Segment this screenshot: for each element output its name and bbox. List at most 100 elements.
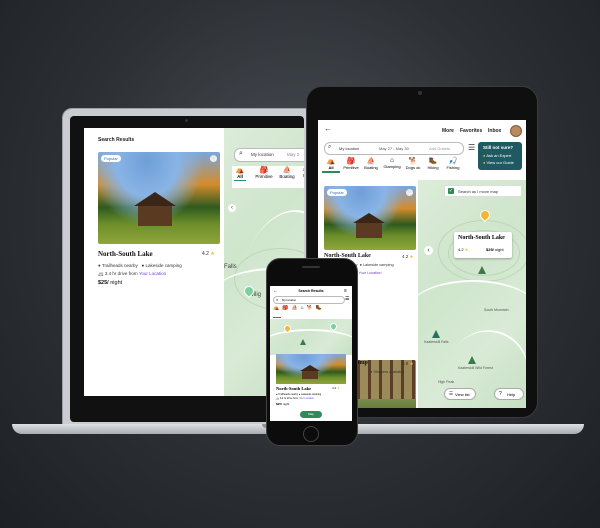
category-tabs: ⛺All 🎒Primitive ⛵Boating ⌂Gl bbox=[232, 166, 304, 188]
your-location-link[interactable]: Your Location bbox=[139, 271, 166, 276]
forest-icon bbox=[478, 266, 486, 274]
avatar[interactable] bbox=[510, 125, 522, 137]
map-label-kaaterskill-falls: Kaaterskill Falls bbox=[424, 340, 449, 344]
rating-value: 4.2 bbox=[202, 251, 209, 257]
star-icon: ★ bbox=[210, 251, 215, 257]
nav-inbox[interactable]: Inbox bbox=[488, 128, 501, 134]
feature-trailheads: Trailheads nearby bbox=[101, 263, 138, 268]
back-arrow-icon[interactable]: ← bbox=[324, 124, 332, 133]
ask-expert-link[interactable]: ● Ask an Expert bbox=[483, 153, 511, 158]
search-date: May 2 bbox=[287, 152, 300, 157]
map-panel[interactable]: ‹ South Mountain Kaaterskill Falls Kaate… bbox=[408, 180, 526, 408]
tab-label: Boating bbox=[364, 165, 378, 170]
tent-icon: ⛺ bbox=[235, 167, 245, 174]
tab-fishing[interactable]: 🎣 Fishing bbox=[444, 157, 462, 170]
star-icon: ★ bbox=[409, 361, 414, 366]
hiking-icon: 🥾 bbox=[428, 158, 438, 165]
tab-boating[interactable]: ⛵ Boating bbox=[278, 166, 296, 179]
favorite-heart-icon[interactable]: ♡ bbox=[210, 155, 217, 162]
forest-icon bbox=[300, 339, 306, 345]
tab-boating[interactable]: ⛵ Boating bbox=[362, 157, 380, 170]
nav-more[interactable]: More bbox=[442, 128, 454, 134]
view-list-label: View list bbox=[455, 391, 470, 397]
feature-lakeside: Lakeside camping bbox=[145, 263, 182, 268]
glamping-icon: ⌂ bbox=[300, 166, 304, 173]
page-title: Search Results bbox=[298, 289, 324, 293]
search-bar[interactable]: ⌕ My location bbox=[273, 296, 345, 304]
popup-title: North-South Lake bbox=[458, 235, 505, 241]
car-icon: 🚐 bbox=[98, 271, 104, 276]
category-icons[interactable]: ⛺🎒⛵⌂🐕🥾 bbox=[273, 305, 351, 317]
tab-glamping[interactable]: ⌂Gl bbox=[300, 166, 304, 178]
tab-primitive[interactable]: 🎒 Primitive bbox=[254, 166, 274, 179]
tent-icon: ⛺ bbox=[326, 158, 336, 165]
tab-label: All bbox=[237, 174, 243, 179]
drive-info: 🚐 3.4 hr drive from Your Location bbox=[98, 271, 166, 277]
glamping-icon: ⌂ bbox=[389, 157, 395, 164]
help-box: Still not sure? ● Ask an Expert ● View o… bbox=[478, 142, 522, 170]
boat-icon: ⛵ bbox=[366, 158, 376, 165]
campsite-title[interactable]: North-South Lake bbox=[98, 250, 153, 258]
map-popup[interactable]: North-South Lake 4.2 ★ $25/ night bbox=[454, 232, 512, 258]
backpack-icon: 🎒 bbox=[259, 167, 269, 174]
help-label: Help bbox=[507, 391, 516, 397]
filter-sliders-icon[interactable]: ☰ bbox=[345, 296, 349, 302]
tab-all[interactable]: ⛺ All bbox=[322, 157, 340, 173]
feature-showers: ● Showers available bbox=[370, 370, 405, 374]
view-list-button[interactable]: ☰ View list bbox=[444, 388, 476, 400]
campsite-title[interactable]: North-South Lake bbox=[276, 386, 311, 391]
features-row: ● Trailheads nearby ● Lakeside camping bbox=[98, 263, 182, 268]
collapse-arrow-icon[interactable]: ‹ bbox=[228, 204, 236, 212]
active-tab-indicator bbox=[273, 317, 281, 318]
car-icon: 🚐 bbox=[276, 397, 280, 400]
tab-all[interactable]: ⛺ All bbox=[234, 166, 246, 181]
phone-screen: ← Search Results ≡ ⌕ My location ☰ ⛺🎒⛵⌂🐕… bbox=[270, 286, 352, 421]
backpack-icon: 🎒 bbox=[346, 158, 356, 165]
tab-dogs-ok[interactable]: 🐕 Dogs ok bbox=[404, 157, 422, 170]
list-icon: ☰ bbox=[449, 391, 454, 396]
question-icon: ? bbox=[499, 390, 502, 397]
star-icon: ★ bbox=[409, 254, 414, 259]
favorite-heart-icon[interactable]: ♡ bbox=[406, 189, 413, 196]
tab-primitive[interactable]: 🎒 Primitive bbox=[342, 157, 360, 170]
forest-icon bbox=[468, 356, 476, 364]
collapse-arrow-icon[interactable]: ‹ bbox=[424, 246, 433, 255]
campsite-photo[interactable]: Popular ♡ bbox=[98, 152, 220, 244]
search-location: My location bbox=[282, 298, 297, 302]
tab-label: Hiking bbox=[427, 165, 439, 170]
search-bar[interactable]: ⌕ My location May 2 bbox=[234, 148, 304, 162]
search-as-move-label: Search as I move map bbox=[458, 188, 499, 194]
map-button[interactable]: Map bbox=[300, 411, 322, 418]
drive-info: 🚐 3.4 hr drive from Your Location bbox=[276, 397, 314, 400]
map-panel[interactable] bbox=[270, 319, 352, 355]
tab-label: All bbox=[328, 165, 334, 170]
tab-label: Primitive bbox=[343, 165, 359, 170]
help-box-title: Still not sure? bbox=[483, 145, 514, 150]
popup-rating: 4.2 ★ bbox=[458, 247, 469, 252]
menu-icon[interactable]: ≡ bbox=[344, 288, 347, 294]
map-label-kaaterskill-wild-forest: Kaaterskill Wild Forest bbox=[458, 366, 493, 370]
campsite-photo[interactable]: Popular ♡ bbox=[324, 186, 416, 250]
checkbox-checked-icon[interactable]: ✓ bbox=[448, 187, 454, 194]
campsite-photo[interactable] bbox=[276, 354, 346, 384]
search-as-move-toggle[interactable]: ✓ Search as I move map bbox=[444, 185, 522, 197]
nav-favorites[interactable]: Favorites bbox=[460, 128, 482, 134]
price-unit: night bbox=[110, 280, 123, 286]
popular-badge: Popular bbox=[327, 189, 347, 196]
rating: 4.2 ★ bbox=[332, 386, 340, 390]
tab-glamping[interactable]: ⌂ Glamping bbox=[382, 157, 402, 169]
tab-label: Primitive bbox=[255, 174, 273, 179]
filter-sliders-icon[interactable]: ☰ bbox=[468, 143, 475, 152]
view-guide-link[interactable]: ● View our Guide bbox=[483, 160, 514, 165]
rating: 4.2 ★ bbox=[202, 251, 215, 257]
badge-label: Popular bbox=[104, 156, 118, 161]
page-title: Search Results bbox=[98, 137, 135, 143]
phone-speaker bbox=[302, 266, 320, 268]
star-icon: ★ bbox=[337, 386, 340, 390]
search-location: My location bbox=[251, 152, 274, 157]
tab-hiking[interactable]: 🥾 Hiking bbox=[424, 157, 442, 170]
rating: 4.2 ★ bbox=[402, 254, 414, 259]
search-bar[interactable]: ⌕ My location May 27 - May 30 Add Guests bbox=[324, 142, 464, 155]
tab-label: Boating bbox=[279, 174, 295, 179]
help-button[interactable]: ? Help bbox=[494, 388, 524, 400]
